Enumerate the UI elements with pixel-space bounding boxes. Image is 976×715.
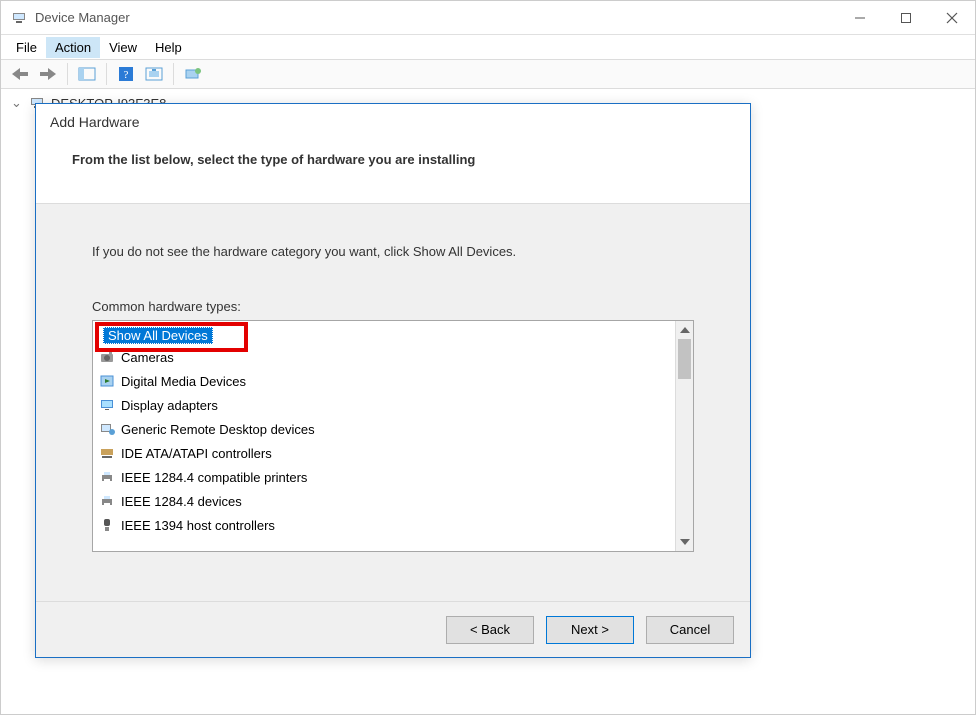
dialog-body: If you do not see the hardware category … <box>36 204 750 601</box>
menu-action[interactable]: Action <box>46 37 100 58</box>
list-item-label: IEEE 1284.4 devices <box>121 494 242 509</box>
toolbar: ? <box>1 59 975 89</box>
list-item-label: Display adapters <box>121 398 218 413</box>
app-icon <box>11 10 27 26</box>
add-hardware-dialog: Add Hardware From the list below, select… <box>35 103 751 658</box>
dialog-title: Add Hardware <box>50 114 736 130</box>
firewire-icon <box>99 517 115 533</box>
ide-controller-icon <box>99 445 115 461</box>
list-item-label: Generic Remote Desktop devices <box>121 422 315 437</box>
menu-file[interactable]: File <box>7 37 46 58</box>
list-item[interactable]: Digital Media Devices <box>93 369 675 393</box>
list-item[interactable]: Generic Remote Desktop devices <box>93 417 675 441</box>
minimize-button[interactable] <box>837 1 883 35</box>
display-adapter-icon <box>99 397 115 413</box>
dialog-heading: From the list below, select the type of … <box>72 152 736 167</box>
list-label: Common hardware types: <box>92 299 694 314</box>
list-item-label: Cameras <box>121 350 174 365</box>
maximize-button[interactable] <box>883 1 929 35</box>
scroll-thumb[interactable] <box>678 339 691 379</box>
printer-icon <box>99 469 115 485</box>
next-button[interactable]: Next > <box>546 616 634 644</box>
cancel-button[interactable]: Cancel <box>646 616 734 644</box>
back-button[interactable]: < Back <box>446 616 534 644</box>
scan-hardware-icon[interactable] <box>141 62 167 86</box>
content-area: ⌄ DESKTOP-I93F3E8 Add Hardware From the … <box>1 89 975 714</box>
back-icon[interactable] <box>7 62 33 86</box>
menu-help[interactable]: Help <box>146 37 191 58</box>
list-item-label: IDE ATA/ATAPI controllers <box>121 446 272 461</box>
media-device-icon <box>99 373 115 389</box>
forward-icon[interactable] <box>35 62 61 86</box>
add-legacy-hardware-icon[interactable] <box>180 62 206 86</box>
window-title: Device Manager <box>35 10 130 25</box>
list-item-label: Show All Devices <box>103 327 213 344</box>
camera-icon <box>99 349 115 365</box>
dialog-hint-text: If you do not see the hardware category … <box>92 244 694 259</box>
list-item[interactable]: IEEE 1284.4 devices <box>93 489 675 513</box>
scroll-up-icon[interactable] <box>676 321 693 339</box>
list-item-label: IEEE 1284.4 compatible printers <box>121 470 307 485</box>
list-item[interactable]: IEEE 1394 host controllers <box>93 513 675 537</box>
listbox-scrollbar[interactable] <box>675 321 693 551</box>
dialog-header: Add Hardware From the list below, select… <box>36 104 750 204</box>
menu-view[interactable]: View <box>100 37 146 58</box>
hardware-types-listbox[interactable]: Show All Devices Cameras Digital Media D… <box>92 320 694 552</box>
dialog-footer: < Back Next > Cancel <box>36 601 750 657</box>
list-item[interactable]: IEEE 1284.4 compatible printers <box>93 465 675 489</box>
list-item[interactable]: Cameras <box>93 345 675 369</box>
list-item[interactable]: IDE ATA/ATAPI controllers <box>93 441 675 465</box>
collapse-icon[interactable]: ⌄ <box>11 95 23 111</box>
svg-text:?: ? <box>124 69 129 81</box>
help-icon[interactable]: ? <box>113 62 139 86</box>
scroll-down-icon[interactable] <box>676 533 693 551</box>
list-item[interactable]: Show All Devices <box>93 321 675 345</box>
printer-icon <box>99 493 115 509</box>
list-item[interactable]: Display adapters <box>93 393 675 417</box>
menubar: File Action View Help <box>1 35 975 59</box>
scroll-track[interactable] <box>676 339 693 533</box>
close-button[interactable] <box>929 1 975 35</box>
remote-desktop-icon <box>99 421 115 437</box>
list-item-label: IEEE 1394 host controllers <box>121 518 275 533</box>
show-hide-console-icon[interactable] <box>74 62 100 86</box>
list-item-label: Digital Media Devices <box>121 374 246 389</box>
titlebar: Device Manager <box>1 1 975 35</box>
